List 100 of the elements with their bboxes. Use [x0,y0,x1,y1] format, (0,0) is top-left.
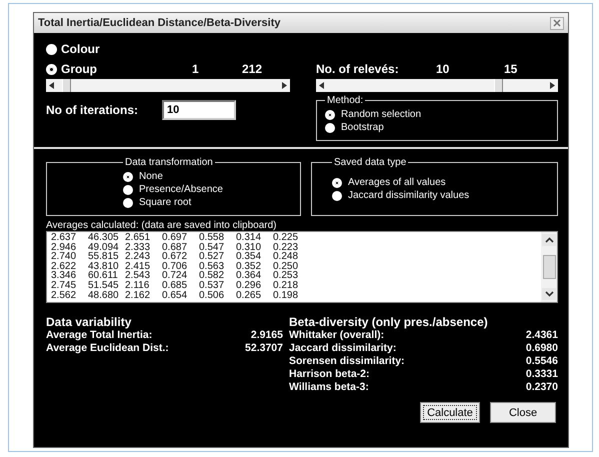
radio-button[interactable] [123,184,133,194]
down-arrow-icon[interactable] [542,288,556,300]
list-value: 0.527 [199,252,226,262]
radio-button[interactable] [46,44,57,54]
radio-label: Group [61,62,97,76]
list-value: 0.654 [162,290,188,300]
list-value: 2.562 [51,290,78,300]
group-title: Method: [326,95,364,106]
list-value: 0.672 [162,252,188,262]
list-value: 0.352 [236,262,262,272]
radio-label: Jaccard dissimilarity values [348,190,470,201]
right-arrow-icon[interactable] [281,82,287,89]
releves-label: No. of relevés: [316,62,399,76]
result-value: 2.4361 [526,329,558,342]
result-value: 52.3707 [245,342,283,355]
list-value: 2.740 [51,252,78,262]
result-label: Average Euclidean Dist.: [46,342,169,355]
list-value: 0.685 [162,280,188,291]
radio-button[interactable] [332,178,342,188]
radio-button[interactable] [123,198,133,208]
list-value: 0.248 [273,252,300,262]
list-value: 0.198 [273,290,300,300]
list-value: 0.364 [236,271,262,281]
up-arrow-icon[interactable] [542,234,556,246]
radio-button[interactable] [123,172,133,182]
result-label: Williams beta-3: [289,381,369,394]
scroll-thumb[interactable] [542,255,556,279]
list-value: 0.582 [199,271,226,281]
list-value: 2.243 [125,252,152,262]
radio-label: Colour [61,42,100,56]
list-value: 0.314 [236,233,262,243]
radio-label: Random selection [341,109,422,120]
list-value: 0.706 [162,262,188,272]
list-value: 0.223 [273,242,300,252]
radio-button[interactable] [332,190,342,200]
list-value: 0.218 [273,280,300,291]
list-value: 0.253 [273,271,300,281]
group-slider[interactable] [46,79,290,92]
radio-button[interactable] [325,122,335,132]
list-value: 0.724 [162,271,188,281]
radio-label: Bootstrap [341,122,384,133]
list-value: 0.687 [162,242,188,252]
dialog-button[interactable]: Close [490,402,556,423]
iterations-field[interactable]: 10 [162,100,236,120]
result-value: 0.6980 [526,342,558,355]
min-label: 10 [436,62,450,76]
result-value: 0.5546 [526,355,558,368]
left-arrow-icon[interactable] [319,82,325,89]
slider-thumb[interactable] [494,79,503,92]
dialog-button[interactable]: Calculate [420,402,480,423]
left-arrow-icon[interactable] [49,82,55,89]
list-value: 3.346 [51,271,78,281]
list-value: 51.545 [88,280,120,291]
slider-thumb[interactable] [62,79,72,92]
iterations-label: No of iterations: [46,103,138,117]
list-value: 0.506 [199,290,226,300]
result-label: Sorensen dissimilarity: [289,355,405,368]
list-value: 2.745 [51,280,78,291]
result-value: 0.3331 [526,368,558,381]
min-label: 1 [192,62,199,76]
result-value: 0.2370 [526,381,558,394]
list-value: 49.094 [88,242,120,252]
list-value: 0.354 [236,252,262,262]
list-value: 2.116 [125,280,150,291]
result-label: Jaccard dissimilarity: [289,342,396,355]
list-value: 2.622 [51,262,78,272]
list-value: 0.296 [236,280,262,291]
list-value: 0.310 [236,242,262,252]
close-icon[interactable] [550,16,564,30]
scrollbar[interactable] [541,232,557,302]
releves-slider[interactable] [316,79,558,92]
list-value: 0.537 [199,280,226,291]
list-value: 0.558 [199,233,226,243]
list-value: 43.810 [88,262,120,272]
list-value: 0.697 [162,233,188,243]
max-label: 15 [504,62,518,76]
radio-label: None [139,171,163,182]
max-label: 212 [242,62,262,76]
radio-button[interactable] [46,64,57,74]
group-title: Data transformation [124,157,214,168]
list-value: 2.333 [125,242,152,252]
list-value: 0.250 [273,262,300,272]
result-label: Average Total Inertia: [46,329,152,342]
radio-button[interactable] [325,110,335,120]
list-value: 2.651 [125,233,152,243]
radio-label: Presence/Absence [139,184,223,195]
result-label: Harrison beta-2: [289,368,370,381]
window-title: Total Inertia/Euclidean Distance/Beta-Diversity [38,17,280,29]
list-value: 55.815 [88,252,120,262]
averages-list[interactable] [46,231,558,303]
list-value: 2.162 [125,290,152,300]
radio-label: Averages of all values [348,177,446,188]
list-value: 0.563 [199,262,226,272]
right-arrow-icon[interactable] [549,82,555,89]
radio-label: Square root [139,197,192,208]
list-value: 60.611 [88,271,118,281]
result-label: Whittaker (overall): [289,329,384,342]
list-value: 48.680 [88,290,120,300]
group-title: Saved data type [333,157,408,168]
list-value: 2.637 [51,233,78,243]
